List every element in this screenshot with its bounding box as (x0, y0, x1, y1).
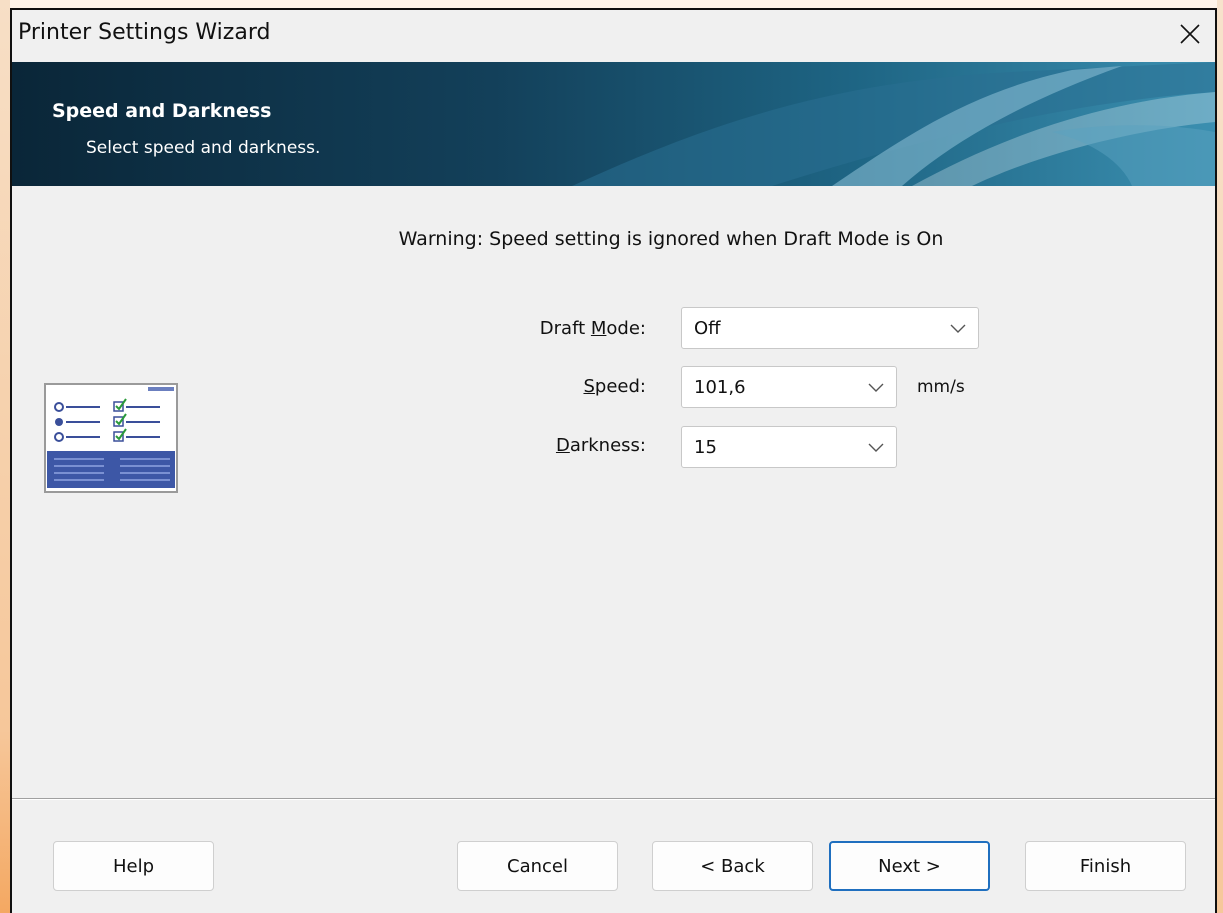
background-top (0, 0, 1223, 8)
speed-label-suffix: peed: (594, 376, 646, 397)
background-right-edge (1217, 0, 1223, 913)
speed-mnemonic: S (583, 376, 595, 397)
darkness-mnemonic: D (555, 435, 570, 456)
draft-mode-value: Off (694, 318, 721, 339)
darkness-label: Darkness: (446, 435, 646, 456)
back-button[interactable]: < Back (652, 841, 813, 891)
draft-mode-label-suffix: ode: (606, 318, 646, 339)
darkness-value: 15 (694, 437, 717, 458)
speed-select[interactable]: 101,6 (681, 366, 897, 408)
draft-mode-label: Draft Mode: (446, 318, 646, 339)
chevron-down-icon (950, 324, 966, 333)
warning-text: Warning: Speed setting is ignored when D… (398, 228, 944, 250)
next-button[interactable]: Next > (829, 841, 990, 891)
close-button[interactable] (1169, 10, 1211, 58)
darkness-select[interactable]: 15 (681, 426, 897, 468)
window-title: Printer Settings Wizard (18, 20, 271, 45)
checklist-wizard-icon (44, 383, 178, 493)
chevron-down-icon (868, 443, 884, 452)
draft-mode-mnemonic: M (590, 318, 607, 339)
finish-button[interactable]: Finish (1025, 841, 1186, 891)
header-banner: Speed and Darkness Select speed and dark… (12, 62, 1215, 186)
banner-wave-graphic (572, 62, 1215, 186)
title-bar: Printer Settings Wizard (12, 10, 1215, 62)
page-subtitle: Select speed and darkness. (86, 138, 321, 158)
close-icon (1180, 24, 1200, 44)
footer-separator (12, 798, 1215, 800)
draft-mode-select[interactable]: Off (681, 307, 979, 349)
page-title: Speed and Darkness (52, 100, 272, 122)
background-left-edge (0, 0, 10, 913)
speed-value: 101,6 (694, 377, 746, 398)
speed-unit: mm/s (917, 377, 965, 397)
chevron-down-icon (868, 383, 884, 392)
help-button[interactable]: Help (53, 841, 214, 891)
cancel-button[interactable]: Cancel (457, 841, 618, 891)
wizard-content: Warning: Speed setting is ignored when D… (12, 186, 1215, 798)
darkness-label-suffix: arkness: (569, 435, 646, 456)
speed-label: Speed: (446, 376, 646, 397)
draft-mode-label-text: Draft (539, 318, 591, 339)
wizard-window: Printer Settings Wizard Speed and Darkne… (10, 8, 1217, 913)
